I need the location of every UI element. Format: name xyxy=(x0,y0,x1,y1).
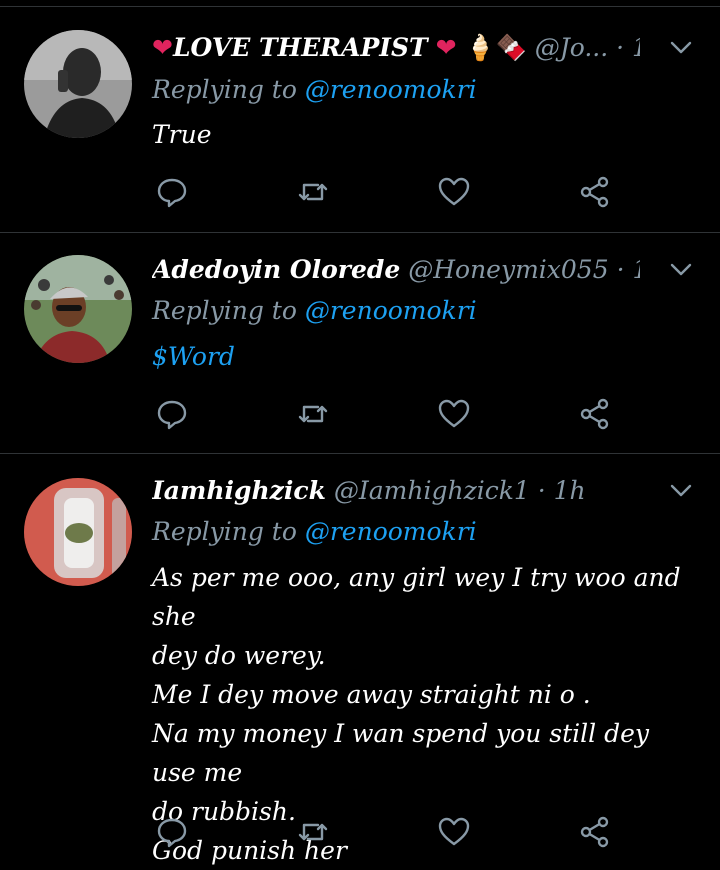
heart-emoji-icon: ❤ xyxy=(435,33,457,62)
display-name[interactable]: Adedoyin Olorede xyxy=(152,255,400,284)
reply-button[interactable] xyxy=(152,172,192,212)
retweet-button[interactable] xyxy=(293,812,333,852)
mention-link[interactable]: @renoomokri xyxy=(305,75,477,104)
reply-icon xyxy=(157,818,187,848)
action-bar xyxy=(152,394,622,434)
heart-emoji-icon: ❤ xyxy=(152,33,173,62)
retweet-icon xyxy=(298,183,328,201)
share-icon xyxy=(580,398,609,430)
timestamp[interactable]: · 1h xyxy=(616,33,640,62)
reply-icon xyxy=(157,178,187,208)
avatar[interactable] xyxy=(24,30,132,138)
handle[interactable]: @Jo... xyxy=(535,33,608,62)
chevron-down-icon[interactable] xyxy=(668,34,694,60)
replying-to: Replying to @renoomokri xyxy=(152,512,477,552)
text-line: Me I dey move away straight ni o . xyxy=(152,680,591,709)
action-bar xyxy=(152,172,622,212)
share-button[interactable] xyxy=(575,394,615,434)
share-button[interactable] xyxy=(575,812,615,852)
retweet-icon xyxy=(298,823,328,841)
replying-prefix: Replying to xyxy=(152,75,297,104)
replying-prefix: Replying to xyxy=(152,296,297,325)
share-icon xyxy=(580,176,609,208)
reply-button[interactable] xyxy=(152,394,192,434)
retweet-button[interactable] xyxy=(293,172,333,212)
avatar[interactable] xyxy=(24,478,132,586)
mention-link[interactable]: @renoomokri xyxy=(305,296,477,325)
action-bar xyxy=(152,812,622,852)
avatar[interactable] xyxy=(24,255,132,363)
tweet-header: ❤LOVE THERAPIST ❤ 🍦🍫 @Jo... · 1h xyxy=(152,28,640,68)
tweet-text: $Word xyxy=(152,337,690,376)
timestamp[interactable]: · 1h xyxy=(538,476,586,505)
tweet-header: Iamhighzick @Iamhighzick1 · 1h xyxy=(152,471,640,511)
text-line: True xyxy=(152,120,212,149)
display-name[interactable]: Iamhighzick xyxy=(152,476,326,505)
like-button[interactable] xyxy=(434,812,474,852)
handle[interactable]: @Iamhighzick1 xyxy=(334,476,530,505)
reply-button[interactable] xyxy=(152,812,192,852)
heart-icon xyxy=(438,399,470,428)
share-icon xyxy=(580,816,609,848)
heart-icon xyxy=(438,817,470,846)
reply-icon xyxy=(157,400,187,430)
timestamp[interactable]: · 1h xyxy=(617,255,640,284)
tweet-2[interactable]: Adedoyin Olorede @Honeymix055 · 1h Reply… xyxy=(0,233,720,453)
heart-icon xyxy=(438,177,470,206)
replying-to: Replying to @renoomokri xyxy=(152,70,477,110)
like-button[interactable] xyxy=(434,172,474,212)
chevron-down-icon[interactable] xyxy=(668,477,694,503)
like-button[interactable] xyxy=(434,394,474,434)
replying-prefix: Replying to xyxy=(152,517,297,546)
tweet-1[interactable]: ❤LOVE THERAPIST ❤ 🍦🍫 @Jo... · 1h Replyin… xyxy=(0,0,720,232)
retweet-icon xyxy=(298,405,328,423)
text-line: As per me ooo, any girl wey I try woo an… xyxy=(152,563,681,631)
retweet-button[interactable] xyxy=(293,394,333,434)
share-button[interactable] xyxy=(575,172,615,212)
text-line: dey do werey. xyxy=(152,641,326,670)
mention-link[interactable]: @renoomokri xyxy=(305,517,477,546)
cashtag-link[interactable]: $Word xyxy=(152,342,235,371)
replying-to: Replying to @renoomokri xyxy=(152,291,477,331)
text-line: Na my money I wan spend you still dey us… xyxy=(152,719,650,787)
ice-cream-chocolate-emoji-icon: 🍦🍫 xyxy=(464,33,527,62)
chevron-down-icon[interactable] xyxy=(668,256,694,282)
tweet-header: Adedoyin Olorede @Honeymix055 · 1h xyxy=(152,250,640,290)
handle[interactable]: @Honeymix055 xyxy=(408,255,608,284)
tweet-3[interactable]: Iamhighzick @Iamhighzick1 · 1h Replying … xyxy=(0,454,720,865)
display-name[interactable]: LOVE THERAPIST xyxy=(173,33,428,62)
tweet-text: True xyxy=(152,115,690,154)
